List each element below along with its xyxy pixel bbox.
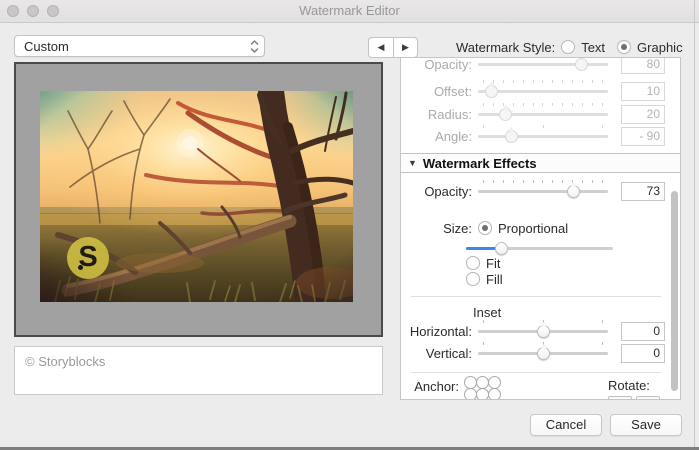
size-proportional-label: Proportional bbox=[498, 221, 568, 236]
text-offset-value[interactable] bbox=[621, 82, 665, 101]
text-radius-row: Radius: bbox=[401, 102, 680, 126]
panel-scrollbar[interactable] bbox=[671, 191, 678, 391]
watermark-style-label: Watermark Style: bbox=[456, 40, 555, 55]
size-fill-row: Fill bbox=[401, 270, 681, 288]
text-opacity-label: Opacity: bbox=[401, 57, 478, 72]
text-opacity-value[interactable] bbox=[621, 57, 665, 74]
size-fill-label: Fill bbox=[486, 272, 503, 287]
slider-thumb[interactable] bbox=[499, 108, 512, 121]
anchor-cell[interactable] bbox=[488, 388, 501, 400]
preview-photo: S bbox=[40, 91, 353, 302]
slider-thumb[interactable] bbox=[537, 347, 550, 360]
next-arrow-icon: ▶ bbox=[402, 42, 409, 53]
slider-thumb[interactable] bbox=[505, 130, 518, 143]
traffic-lights bbox=[7, 5, 59, 17]
text-angle-label: Angle: bbox=[401, 129, 478, 144]
window-title: Watermark Editor bbox=[0, 0, 699, 22]
slider-thumb[interactable] bbox=[537, 325, 550, 338]
watermark-effects-header[interactable]: ▼ Watermark Effects bbox=[400, 153, 681, 173]
preset-dropdown[interactable]: Custom bbox=[14, 35, 265, 57]
divider bbox=[411, 372, 661, 373]
opacity-slider[interactable] bbox=[478, 179, 608, 203]
text-radius-value[interactable] bbox=[621, 105, 665, 124]
watermark-badge[interactable]: S bbox=[67, 237, 109, 279]
previous-arrow-icon: ◀ bbox=[378, 42, 385, 53]
inset-vertical-value[interactable] bbox=[621, 344, 665, 363]
style-text-radio[interactable] bbox=[561, 40, 575, 54]
slider-thumb[interactable] bbox=[485, 85, 498, 98]
inset-label: Inset bbox=[473, 305, 501, 320]
dropdown-stepper-icon bbox=[249, 38, 260, 58]
preset-dropdown-value: Custom bbox=[24, 39, 69, 54]
slider-thumb[interactable] bbox=[575, 58, 588, 71]
inset-vertical-label: Vertical: bbox=[401, 346, 478, 361]
cancel-button[interactable]: Cancel bbox=[530, 414, 602, 436]
preview-canvas: S bbox=[14, 62, 383, 337]
close-button[interactable] bbox=[7, 5, 19, 17]
settings-panel[interactable]: Opacity: Offset: Radius: Angle: ▼ Waterm… bbox=[400, 57, 681, 400]
watermark-letter: S bbox=[78, 236, 97, 278]
save-button[interactable]: Save bbox=[610, 414, 682, 436]
size-fill-radio[interactable] bbox=[466, 272, 480, 286]
zoom-button[interactable] bbox=[47, 5, 59, 17]
opacity-row: Opacity: bbox=[401, 179, 680, 203]
anchor-grid bbox=[464, 376, 500, 400]
text-opacity-row: Opacity: bbox=[401, 57, 680, 76]
next-image-button[interactable]: ▶ bbox=[393, 37, 418, 58]
text-opacity-slider[interactable] bbox=[478, 57, 608, 76]
inset-vertical-row: Vertical: bbox=[401, 341, 680, 365]
rotate-left-button[interactable] bbox=[608, 396, 632, 400]
text-offset-row: Offset: bbox=[401, 79, 680, 103]
image-nav: ◀ ▶ bbox=[368, 37, 418, 58]
text-angle-value[interactable] bbox=[621, 127, 665, 146]
inset-horizontal-slider[interactable] bbox=[478, 319, 608, 343]
minimize-button[interactable] bbox=[27, 5, 39, 17]
style-graphic-radio[interactable] bbox=[617, 40, 631, 54]
text-radius-label: Radius: bbox=[401, 107, 478, 122]
disclosure-triangle-icon[interactable]: ▼ bbox=[408, 158, 417, 168]
rotate-label: Rotate: bbox=[608, 378, 650, 393]
inset-vertical-slider[interactable] bbox=[478, 341, 608, 365]
window-right-edge bbox=[694, 0, 695, 450]
text-angle-slider[interactable] bbox=[478, 124, 608, 148]
text-radius-slider[interactable] bbox=[478, 102, 608, 126]
titlebar: Watermark Editor bbox=[0, 0, 699, 23]
opacity-label: Opacity: bbox=[401, 184, 478, 199]
size-fit-label: Fit bbox=[486, 256, 500, 271]
inset-horizontal-row: Horizontal: bbox=[401, 319, 680, 343]
watermark-dot bbox=[78, 265, 83, 270]
style-graphic-label: Graphic bbox=[637, 40, 683, 55]
size-proportional-radio[interactable] bbox=[478, 221, 492, 235]
inset-horizontal-label: Horizontal: bbox=[401, 324, 478, 339]
divider bbox=[411, 296, 661, 297]
watermark-editor-window: Watermark Editor Custom ◀ ▶ Watermark St… bbox=[0, 0, 699, 450]
inset-horizontal-value[interactable] bbox=[621, 322, 665, 341]
previous-image-button[interactable]: ◀ bbox=[368, 37, 393, 58]
slider-thumb[interactable] bbox=[567, 185, 580, 198]
opacity-value[interactable] bbox=[621, 182, 665, 201]
size-label: Size: bbox=[401, 221, 478, 236]
rotate-right-button[interactable] bbox=[636, 396, 660, 400]
watermark-effects-title: Watermark Effects bbox=[423, 156, 537, 171]
style-text-label: Text bbox=[581, 40, 605, 55]
caption-text: © Storyblocks bbox=[25, 354, 105, 369]
text-offset-slider[interactable] bbox=[478, 79, 608, 103]
size-fit-radio[interactable] bbox=[466, 256, 480, 270]
text-angle-row: Angle: bbox=[401, 124, 680, 148]
anchor-label: Anchor: bbox=[401, 376, 463, 394]
caption-text-field[interactable]: © Storyblocks bbox=[14, 346, 383, 395]
text-offset-label: Offset: bbox=[401, 84, 478, 99]
watermark-style-row: Watermark Style: Text Graphic bbox=[456, 39, 683, 55]
